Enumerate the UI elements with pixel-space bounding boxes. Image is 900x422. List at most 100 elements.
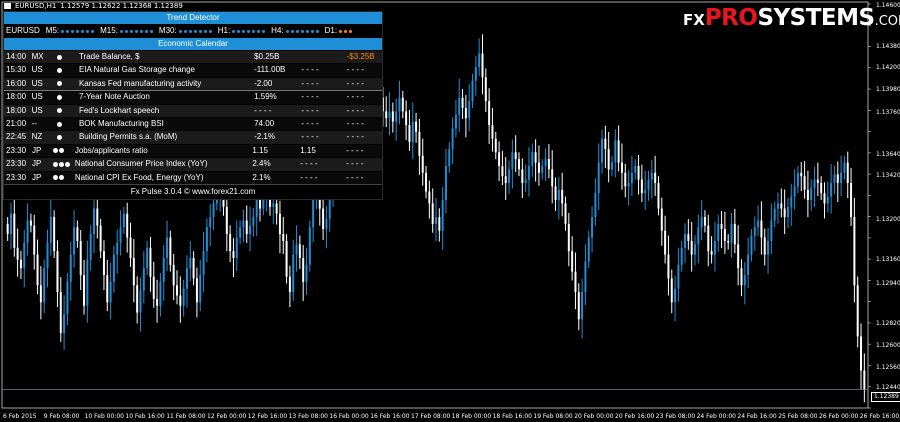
importance-dot-icon (57, 81, 63, 87)
time-tick-label: 24 Feb 00:00 (696, 413, 736, 420)
candle-body (551, 169, 554, 187)
brand-logo: FXPROSYSTEMS.COM (683, 5, 900, 31)
event-forecast: - - - - (301, 78, 319, 88)
trend-dots-icon (339, 29, 353, 33)
candle-body (810, 188, 813, 201)
trend-dot (252, 29, 256, 33)
candle-body (717, 223, 720, 241)
candle-body (647, 179, 650, 190)
candle-body (524, 179, 527, 183)
trend-dot (242, 29, 246, 33)
time-tick-label: 12 Feb 16:00 (247, 413, 288, 420)
candle-body (494, 138, 497, 153)
event-time: 15:30 (6, 65, 27, 75)
candle-body (730, 223, 733, 243)
candle-body (205, 227, 208, 252)
candle-body (398, 97, 401, 112)
candle-body (92, 208, 95, 235)
candle-body (298, 244, 301, 258)
price-tick-label: 1.12600 (876, 342, 900, 349)
candle-body (418, 131, 421, 156)
calendar-row[interactable]: 23:30 JP National Consumer Price Index (Yo… (4, 157, 382, 171)
candle-body (693, 244, 696, 255)
calendar-row[interactable]: 15:30 US EIA Natural Gas Storage change -11… (4, 63, 382, 77)
candle-body (33, 225, 36, 255)
candle-body (607, 148, 610, 170)
candle-body (152, 276, 155, 299)
price-tick-label: 1.13640 (876, 151, 900, 158)
calendar-row[interactable]: 21:00 -- BOK Manufacturing BSI 74.00 - - - -… (4, 116, 382, 131)
trend-dot (124, 29, 128, 33)
calendar-row[interactable]: 16:00 US Kansas Fed manufacturing activity… (4, 76, 382, 91)
trend-detector-title: Trend Detector (4, 12, 382, 24)
candle-body (441, 200, 444, 231)
time-tick-label: 20 Feb 16:00 (615, 413, 655, 420)
candle-body (644, 189, 647, 194)
candle-body (823, 193, 826, 204)
candle-body (182, 288, 185, 306)
candle-body (36, 254, 39, 286)
event-previous: 74.00 (254, 118, 275, 128)
calendar-row[interactable]: 23:30 JP National CPI Ex Food, Energy (YoY… (4, 170, 382, 184)
candle-body (710, 251, 713, 255)
trend-dot (149, 29, 153, 33)
candle-body (245, 220, 248, 235)
candle-body (401, 97, 404, 112)
trend-dot (76, 29, 80, 33)
candle-body (116, 242, 119, 255)
importance-dot-icon (57, 121, 63, 127)
trend-dot (188, 29, 192, 33)
event-previous: -2.1% (254, 132, 275, 142)
candle-body (840, 172, 843, 183)
importance-icon (50, 172, 75, 184)
candle-body (703, 217, 706, 226)
calendar-row[interactable]: 14:00 MX Trade Balance, $ $0.25B -$3.25B (4, 50, 382, 64)
event-name: Jobs/applicants ratio (74, 145, 148, 155)
candle-body (162, 257, 165, 282)
candle-body (13, 213, 16, 248)
economic-calendar-title: Economic Calendar (4, 38, 382, 50)
candle-body (189, 257, 192, 269)
timeframe-label: H4: (271, 26, 284, 35)
importance-dot-icon (57, 68, 63, 74)
candle-body (388, 111, 391, 119)
candle-body (747, 254, 750, 276)
time-tick-label: 12 Feb 00:00 (207, 413, 247, 420)
importance-dot-icon (64, 161, 70, 167)
calendar-row[interactable]: 22:45 NZ Building Permits s.a. (MoM) -2.1% -… (4, 130, 382, 144)
candle-body (272, 203, 275, 207)
event-country: US (31, 92, 43, 102)
event-actual: -$3.25B (346, 52, 375, 61)
calendar-row[interactable]: 18:00 US Fed's Lockhart speech - - - - - - -… (4, 103, 382, 117)
event-country: JP (31, 145, 42, 155)
candle-body (786, 206, 789, 218)
candle-body (285, 240, 288, 277)
candle-body (408, 125, 411, 143)
trend-dot (66, 29, 70, 33)
candle-body (431, 203, 434, 224)
candle-body (680, 247, 683, 265)
candle-body (488, 101, 491, 126)
candle-body (770, 220, 773, 241)
event-country: US (31, 105, 43, 115)
candle-body (753, 227, 756, 236)
symbol-ohlc: 1.12579 1.12622 1.12368 1.12389 (60, 2, 183, 10)
candle-body (601, 138, 604, 163)
trend-dot (349, 29, 353, 33)
candle-body (521, 169, 524, 183)
event-forecast: - - - - (301, 118, 319, 128)
candle-body (491, 125, 494, 139)
calendar-row[interactable]: 23:30 JP Jobs/applicants ratio 1.15 1.15 - - … (4, 143, 382, 158)
time-tick-label: 25 Feb 08:00 (778, 413, 818, 420)
candle-body (853, 217, 856, 286)
candle-body (544, 159, 547, 166)
timeframe-1: M15: (100, 24, 153, 38)
candle-body (102, 251, 105, 276)
candle-body (458, 97, 461, 115)
event-previous: - - - - (254, 105, 272, 115)
importance-dot-icon (57, 54, 63, 60)
calendar-row[interactable]: 18:00 US 7-Year Note Auction 1.59% - - - - - … (4, 90, 382, 104)
candle-body (720, 223, 723, 230)
event-actual: - - - - (346, 145, 364, 155)
trend-dot (86, 29, 90, 33)
